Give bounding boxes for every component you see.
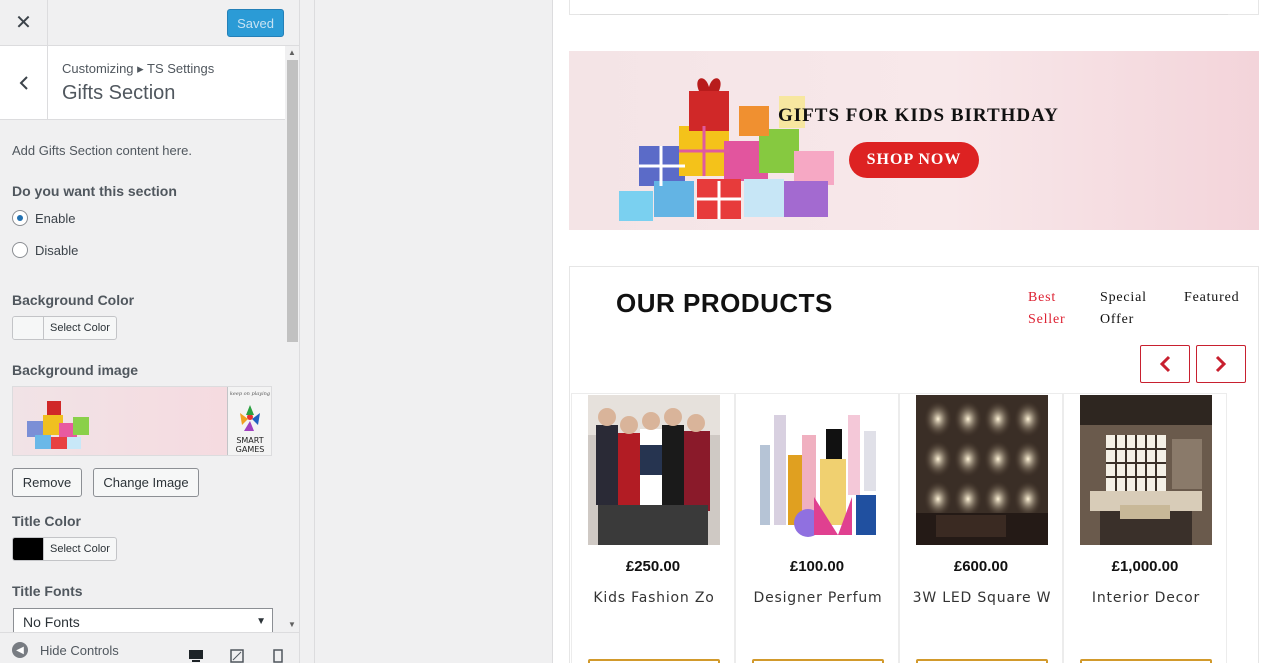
add-to-cart-button[interactable] (916, 659, 1048, 663)
tab-special-offer[interactable]: Special Offer (1100, 287, 1147, 331)
scroll-down-icon[interactable]: ▼ (288, 620, 296, 629)
back-button[interactable] (0, 46, 48, 119)
products-title: OUR PRODUCTS (616, 288, 833, 318)
change-image-button[interactable]: Change Image (93, 468, 199, 497)
svg-text:SMART: SMART (236, 436, 263, 445)
product-name[interactable]: Interior Decor (1076, 590, 1216, 606)
title-color-picker[interactable]: Select Color (12, 537, 117, 561)
product-image-perfume[interactable] (752, 395, 884, 545)
title-fonts-value: No Fonts (23, 614, 80, 630)
scroll-up-icon[interactable]: ▲ (288, 48, 296, 57)
remove-image-button[interactable]: Remove (12, 468, 82, 497)
bg-color-swatch[interactable] (13, 317, 44, 339)
desktop-preview-icon[interactable] (188, 649, 204, 663)
banner-title: GIFTS FOR KIDS BIRTHDAY (778, 105, 1059, 126)
section-header: Customizing ▸ TS Settings Gifts Section (0, 46, 285, 120)
product-name[interactable]: Designer Perfum (748, 590, 888, 606)
close-icon: ✕ (15, 12, 32, 34)
product-image-interior-decor[interactable] (1080, 395, 1212, 545)
top-strip (569, 0, 1259, 15)
section-title: Gifts Section (62, 82, 176, 104)
add-to-cart-button[interactable] (588, 659, 720, 663)
product-name[interactable]: Kids Fashion Zo (584, 590, 724, 606)
product-image-led-lights[interactable] (916, 395, 1048, 545)
product-price: £1,000.00 (1111, 558, 1179, 575)
sidebar-scrollbar[interactable]: ▲ ▼ (285, 46, 299, 632)
product-card[interactable]: £1,000.00 Interior Decor (1063, 393, 1227, 663)
add-to-cart-button[interactable] (1080, 659, 1212, 663)
sidebar-header: ✕ Saved (0, 0, 299, 46)
customizer-sidebar: ✕ Saved Customizing ▸ TS Settings Gifts … (0, 0, 300, 663)
svg-text:keep on playing: keep on playing (230, 391, 270, 397)
title-color-label: Title Color (12, 513, 81, 529)
gifts-banner: GIFTS FOR KIDS BIRTHDAY SHOP NOW (569, 51, 1259, 230)
chevron-left-icon (19, 75, 28, 90)
enable-radio-option[interactable]: Enable (12, 210, 75, 226)
bg-image-label: Background image (12, 362, 139, 378)
controls-panel: Customizing ▸ TS Settings Gifts Section … (0, 46, 285, 632)
gifts-thumbnail-image (27, 401, 89, 449)
mobile-preview-icon[interactable] (273, 649, 283, 663)
hide-controls-label: Hide Controls (40, 642, 119, 658)
chevron-right-icon (1215, 355, 1227, 373)
bg-image-preview: keep on playing SMART GAMES (12, 386, 272, 456)
enable-radio[interactable] (12, 210, 28, 226)
sidebar-footer: ◀ Hide Controls (0, 632, 299, 663)
title-color-swatch[interactable] (13, 538, 44, 560)
title-fonts-select[interactable]: No Fonts ▼ (13, 608, 273, 632)
section-description: Add Gifts Section content here. (12, 143, 192, 158)
product-card[interactable]: £100.00 Designer Perfum (735, 393, 899, 663)
preview-page: GIFTS FOR KIDS BIRTHDAY SHOP NOW OUR PRO… (552, 0, 1286, 663)
chevron-left-icon (1159, 355, 1171, 373)
svg-text:GAMES: GAMES (236, 445, 265, 454)
tab-best-seller[interactable]: Best Seller (1028, 287, 1065, 331)
carousel-next-button[interactable] (1196, 345, 1246, 383)
tab-special-offer-line2: Offer (1100, 312, 1135, 327)
saved-button[interactable]: Saved (227, 9, 284, 37)
product-image-kids-fashion[interactable] (588, 395, 720, 545)
preview-sidebar-area (314, 0, 552, 663)
title-fonts-label: Title Fonts (12, 583, 83, 599)
scrollbar-thumb[interactable] (287, 60, 298, 342)
product-card[interactable]: £600.00 3W LED Square W (899, 393, 1063, 663)
hide-controls-button[interactable]: ◀ Hide Controls (12, 642, 119, 658)
product-card[interactable]: £250.00 Kids Fashion Zo (571, 393, 735, 663)
bg-color-select-label: Select Color (50, 322, 110, 334)
bg-color-picker[interactable]: Select Color (12, 316, 117, 340)
product-name[interactable]: 3W LED Square W (912, 590, 1052, 606)
tablet-preview-icon[interactable] (230, 649, 244, 663)
close-button[interactable]: ✕ (0, 0, 48, 45)
smart-games-logo: keep on playing SMART GAMES (227, 387, 271, 455)
product-price: £100.00 (789, 558, 845, 575)
carousel-prev-button[interactable] (1140, 345, 1190, 383)
site-preview: GIFTS FOR KIDS BIRTHDAY SHOP NOW OUR PRO… (300, 0, 1286, 663)
enable-question-label: Do you want this section (12, 183, 177, 199)
shop-now-button[interactable]: SHOP NOW (849, 142, 979, 178)
bg-color-label: Background Color (12, 292, 135, 308)
add-to-cart-button[interactable] (752, 659, 884, 663)
tab-best-seller-line1: Best (1028, 290, 1057, 305)
our-products-section: OUR PRODUCTS Best Seller Special Offer F… (569, 266, 1259, 663)
collapse-icon: ◀ (12, 642, 28, 658)
disable-label: Disable (35, 242, 79, 258)
disable-radio-option[interactable]: Disable (12, 242, 78, 258)
gift-boxes-image (619, 78, 834, 221)
tab-special-offer-line1: Special (1100, 290, 1147, 305)
product-price: £600.00 (953, 558, 1009, 575)
breadcrumb: Customizing ▸ TS Settings (62, 61, 215, 76)
tab-featured[interactable]: Featured (1184, 287, 1239, 309)
disable-radio[interactable] (12, 242, 28, 258)
title-color-select-label: Select Color (50, 543, 110, 555)
tab-featured-line1: Featured (1184, 290, 1240, 305)
product-price: £250.00 (625, 558, 681, 575)
dropdown-arrow-icon: ▼ (256, 616, 266, 627)
enable-label: Enable (35, 210, 76, 226)
tab-best-seller-line2: Seller (1028, 312, 1066, 327)
